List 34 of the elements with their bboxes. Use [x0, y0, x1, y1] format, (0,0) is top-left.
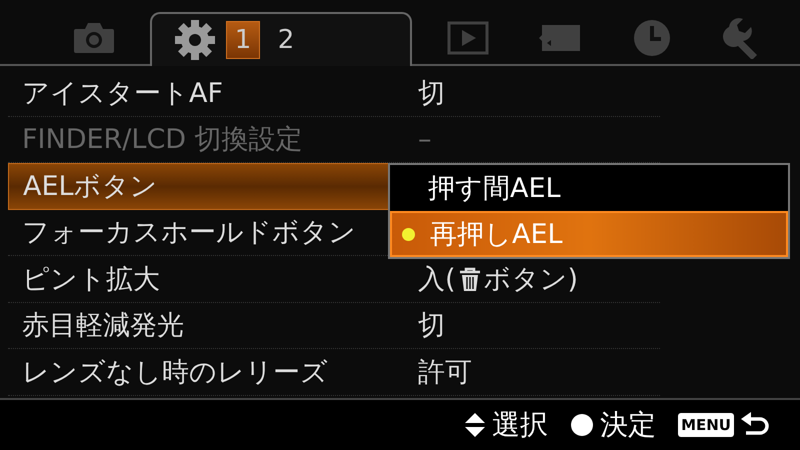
setting-label: 赤目軽減発光 [22, 309, 184, 344]
setting-label: ピント拡大 [22, 262, 160, 297]
page-tab[interactable]: 2 [270, 22, 302, 58]
dropdown-option[interactable]: 押す間AEL [390, 165, 788, 211]
setting-label: FINDER/LCD 切換設定 [22, 123, 303, 158]
setting-label: AELボタン [23, 170, 158, 204]
page-tab[interactable]: 1 [226, 21, 260, 59]
setting-label: アイスタートAF [22, 76, 224, 111]
play-icon [447, 21, 489, 55]
memory-card-icon [538, 23, 582, 53]
settings-icon [174, 19, 216, 61]
setting-value: 入( ボタン) [418, 262, 578, 297]
setting-value: 切 [418, 76, 445, 111]
menu-key: MENU [678, 413, 734, 437]
setting-value: 許可 [418, 356, 472, 390]
selected-menu-row[interactable]: AELボタン [8, 163, 390, 210]
dropdown-option[interactable]: 再押しAEL [390, 211, 788, 257]
hint-label: 選択 [492, 407, 548, 443]
clock-icon [632, 18, 672, 58]
setting-label: レンズなし時のレリーズ [22, 356, 328, 390]
up-down-icon [464, 412, 486, 438]
menu-row[interactable]: レンズなし時のレリーズ 許可 [8, 349, 660, 396]
setting-label: フォーカスホールドボタン [22, 216, 356, 250]
dot-icon [570, 413, 594, 437]
selected-dot-icon [402, 228, 415, 241]
setting-value: – [418, 124, 432, 155]
camera-icon [72, 21, 116, 55]
setting-value: 切 [418, 309, 445, 344]
menu-row[interactable]: アイスタートAF 切 [8, 70, 660, 116]
trash-icon [458, 266, 482, 292]
hint-label: 決定 [600, 407, 656, 443]
return-arrow-icon [740, 412, 770, 438]
menu-row[interactable]: 赤目軽減発光 切 [8, 302, 660, 349]
active-tab[interactable]: 1 2 [150, 12, 412, 66]
